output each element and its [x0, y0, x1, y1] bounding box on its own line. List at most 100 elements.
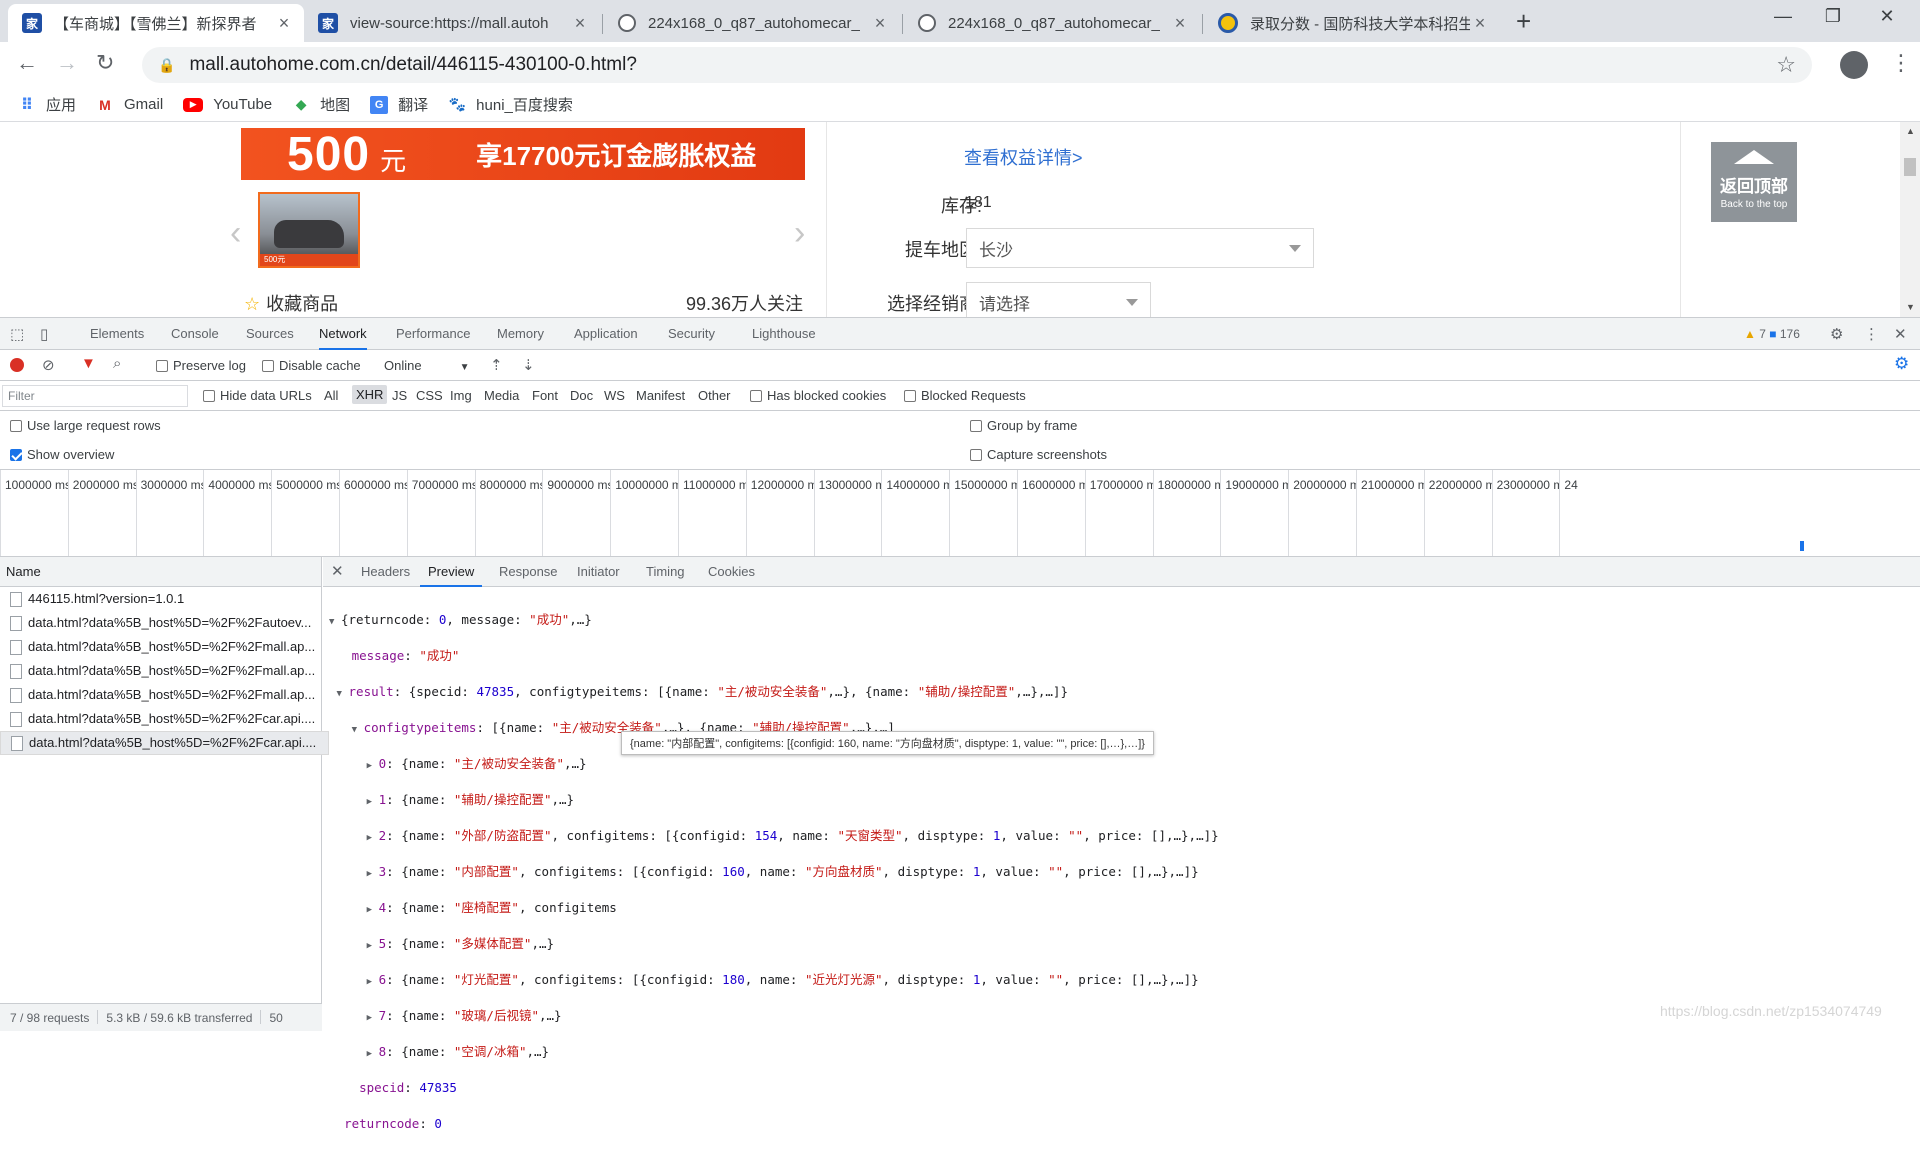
browser-tab-3[interactable]: 224x168_0_q87_autohomecar_ ×	[904, 4, 1200, 42]
dealer-select[interactable]: 请选择	[966, 282, 1151, 317]
import-har-icon[interactable]: ⇡	[490, 356, 503, 374]
browser-tab-4[interactable]: 录取分数 - 国防科技大学本科招生 ×	[1204, 4, 1500, 42]
type-filter-all[interactable]: All	[324, 388, 338, 403]
request-row[interactable]: data.html?data%5B_host%5D=%2F%2Fautoev..…	[0, 611, 321, 635]
tab-application[interactable]: Application	[574, 318, 638, 350]
type-filter-ws[interactable]: WS	[604, 388, 625, 403]
tree-node[interactable]: ▼ result: {specid: 47835, configtypeitems…	[329, 683, 1219, 701]
type-filter-css[interactable]: CSS	[416, 388, 443, 403]
back-arrow-icon[interactable]: ←	[16, 50, 38, 76]
bookmark-baidu[interactable]: 🐾 huni_百度搜索	[448, 94, 572, 115]
tree-node[interactable]: ▶ 6: {name: "灯光配置", configitems: [{config…	[329, 971, 1219, 989]
blocked-requests-checkbox[interactable]: Blocked Requests	[904, 388, 1026, 403]
browser-tab-2[interactable]: 224x168_0_q87_autohomecar_ ×	[604, 4, 900, 42]
close-icon[interactable]: ×	[570, 13, 590, 34]
type-filter-img[interactable]: Img	[450, 388, 472, 403]
devtools-menu-icon[interactable]: ⋮	[1864, 325, 1879, 343]
tree-node[interactable]: ▶ 4: {name: "座椅配置", configitems	[329, 899, 1219, 917]
request-row[interactable]: data.html?data%5B_host%5D=%2F%2Fmall.ap.…	[0, 635, 321, 659]
detail-link[interactable]: 查看权益详情>	[964, 144, 1083, 170]
type-filter-other[interactable]: Other	[698, 388, 731, 403]
settings-gear-icon[interactable]: ⚙	[1830, 325, 1843, 343]
filter-input[interactable]: Filter	[2, 385, 188, 407]
request-row[interactable]: data.html?data%5B_host%5D=%2F%2Fmall.ap.…	[0, 683, 321, 707]
network-overview[interactable]: 1000000 ms 2000000 ms 3000000 ms 4000000 ms…	[0, 469, 1920, 557]
bookmark-apps[interactable]: ⠿ 应用	[18, 94, 76, 115]
tab-response[interactable]: Response	[499, 557, 558, 587]
close-icon[interactable]: ×	[1470, 13, 1490, 34]
scrollbar-thumb[interactable]	[1904, 158, 1916, 176]
forward-arrow-icon[interactable]: →	[56, 50, 78, 76]
hide-data-urls-checkbox[interactable]: Hide data URLs	[203, 388, 312, 403]
tree-node[interactable]: ▶ 7: {name: "玻璃/后视镜",…}	[329, 1007, 1219, 1025]
tree-node[interactable]: ▶ 3: {name: "内部配置", configitems: [{config…	[329, 863, 1219, 881]
capture-screenshots-checkbox[interactable]: Capture screenshots	[970, 447, 1107, 462]
address-bar[interactable]: 🔒 mall.autohome.com.cn/detail/446115-430…	[142, 47, 1812, 83]
tree-node[interactable]: ▶ 5: {name: "多媒体配置",…}	[329, 935, 1219, 953]
throttle-select[interactable]: Online ▼	[384, 358, 469, 373]
network-settings-icon[interactable]: ⚙	[1894, 354, 1909, 374]
back-to-top-button[interactable]: 返回顶部 Back to the top	[1711, 142, 1797, 222]
favorite-button[interactable]: ☆ 收藏商品	[244, 290, 338, 316]
browser-menu-icon[interactable]: ⋮	[1890, 50, 1912, 76]
close-icon[interactable]: ×	[870, 13, 890, 34]
request-row[interactable]: data.html?data%5B_host%5D=%2F%2Fmall.ap.…	[0, 659, 321, 683]
tree-node[interactable]: ▶ 2: {name: "外部/防盗配置", configitems: [{con…	[329, 827, 1219, 845]
tab-headers[interactable]: Headers	[361, 557, 410, 587]
reload-icon[interactable]: ↻	[96, 50, 114, 76]
bookmark-youtube[interactable]: ▶ YouTube	[183, 96, 272, 113]
search-icon[interactable]: ⌕	[113, 355, 121, 372]
inspect-icon[interactable]: ⬚	[10, 325, 24, 343]
scroll-up-icon[interactable]: ▲	[1906, 126, 1915, 136]
disable-cache-checkbox[interactable]: Disable cache	[262, 358, 361, 373]
page-scrollbar[interactable]: ▲ ▼	[1900, 122, 1920, 317]
bookmark-translate[interactable]: G 翻译	[370, 94, 428, 115]
device-toolbar-icon[interactable]: ▯	[40, 325, 48, 343]
tab-initiator[interactable]: Initiator	[577, 557, 620, 587]
request-row[interactable]: data.html?data%5B_host%5D=%2F%2Fcar.api.…	[0, 707, 321, 731]
bookmark-maps[interactable]: ◆ 地图	[292, 94, 350, 115]
tab-cookies[interactable]: Cookies	[708, 557, 755, 587]
tab-elements[interactable]: Elements	[90, 318, 144, 350]
record-icon[interactable]	[10, 358, 24, 372]
show-overview-checkbox[interactable]: Show overview	[10, 447, 114, 462]
bookmark-star-icon[interactable]: ☆	[1776, 52, 1796, 78]
tab-network[interactable]: Network	[319, 318, 367, 350]
type-filter-font[interactable]: Font	[532, 388, 558, 403]
tab-console[interactable]: Console	[171, 318, 219, 350]
restore-icon[interactable]: ❐	[1810, 6, 1856, 27]
large-rows-checkbox[interactable]: Use large request rows	[10, 418, 161, 433]
window-close-icon[interactable]: ✕	[1864, 6, 1910, 27]
group-by-frame-checkbox[interactable]: Group by frame	[970, 418, 1077, 433]
type-filter-js[interactable]: JS	[392, 388, 407, 403]
tab-lighthouse[interactable]: Lighthouse	[752, 318, 816, 350]
bookmark-gmail[interactable]: M Gmail	[96, 96, 163, 114]
tree-node[interactable]: ▼ {returncode: 0, message: "成功",…}	[329, 611, 1219, 629]
car-thumbnail[interactable]: 500元	[258, 192, 360, 268]
type-filter-doc[interactable]: Doc	[570, 388, 593, 403]
close-detail-icon[interactable]: ✕	[331, 562, 344, 580]
devtools-close-icon[interactable]: ✕	[1894, 325, 1907, 343]
tree-node[interactable]: ▶ 1: {name: "辅助/操控配置",…}	[329, 791, 1219, 809]
carousel-prev-icon[interactable]: ‹	[230, 214, 241, 253]
clear-icon[interactable]: ⊘	[42, 356, 55, 374]
tab-timing[interactable]: Timing	[646, 557, 685, 587]
issue-counter[interactable]: ▲ 7 ■ 176	[1744, 327, 1800, 341]
request-row[interactable]: 446115.html?version=1.0.1	[0, 587, 321, 611]
request-row[interactable]: data.html?data%5B_host%5D=%2F%2Fcar.api.…	[0, 731, 330, 755]
carousel-next-icon[interactable]: ›	[794, 214, 805, 253]
browser-tab-1[interactable]: 家 view-source:https://mall.autoh ×	[304, 4, 600, 42]
tree-node[interactable]: ▶ 0: {name: "主/被动安全装备",…}	[329, 755, 1219, 773]
region-select[interactable]: 长沙	[966, 228, 1314, 268]
has-blocked-cookies-checkbox[interactable]: Has blocked cookies	[750, 388, 886, 403]
tree-node[interactable]: ▶ 8: {name: "空调/冰箱",…}	[329, 1043, 1219, 1061]
name-column-header[interactable]: Name	[0, 557, 321, 587]
tab-memory[interactable]: Memory	[497, 318, 544, 350]
tab-performance[interactable]: Performance	[396, 318, 470, 350]
type-filter-xhr[interactable]: XHR	[352, 385, 388, 404]
promo-banner[interactable]: 500 元 享17700元订金膨胀权益	[241, 128, 805, 181]
tab-preview[interactable]: Preview	[420, 557, 483, 587]
export-har-icon[interactable]: ⇣	[522, 356, 535, 374]
type-filter-media[interactable]: Media	[484, 388, 519, 403]
close-icon[interactable]: ×	[274, 13, 294, 34]
